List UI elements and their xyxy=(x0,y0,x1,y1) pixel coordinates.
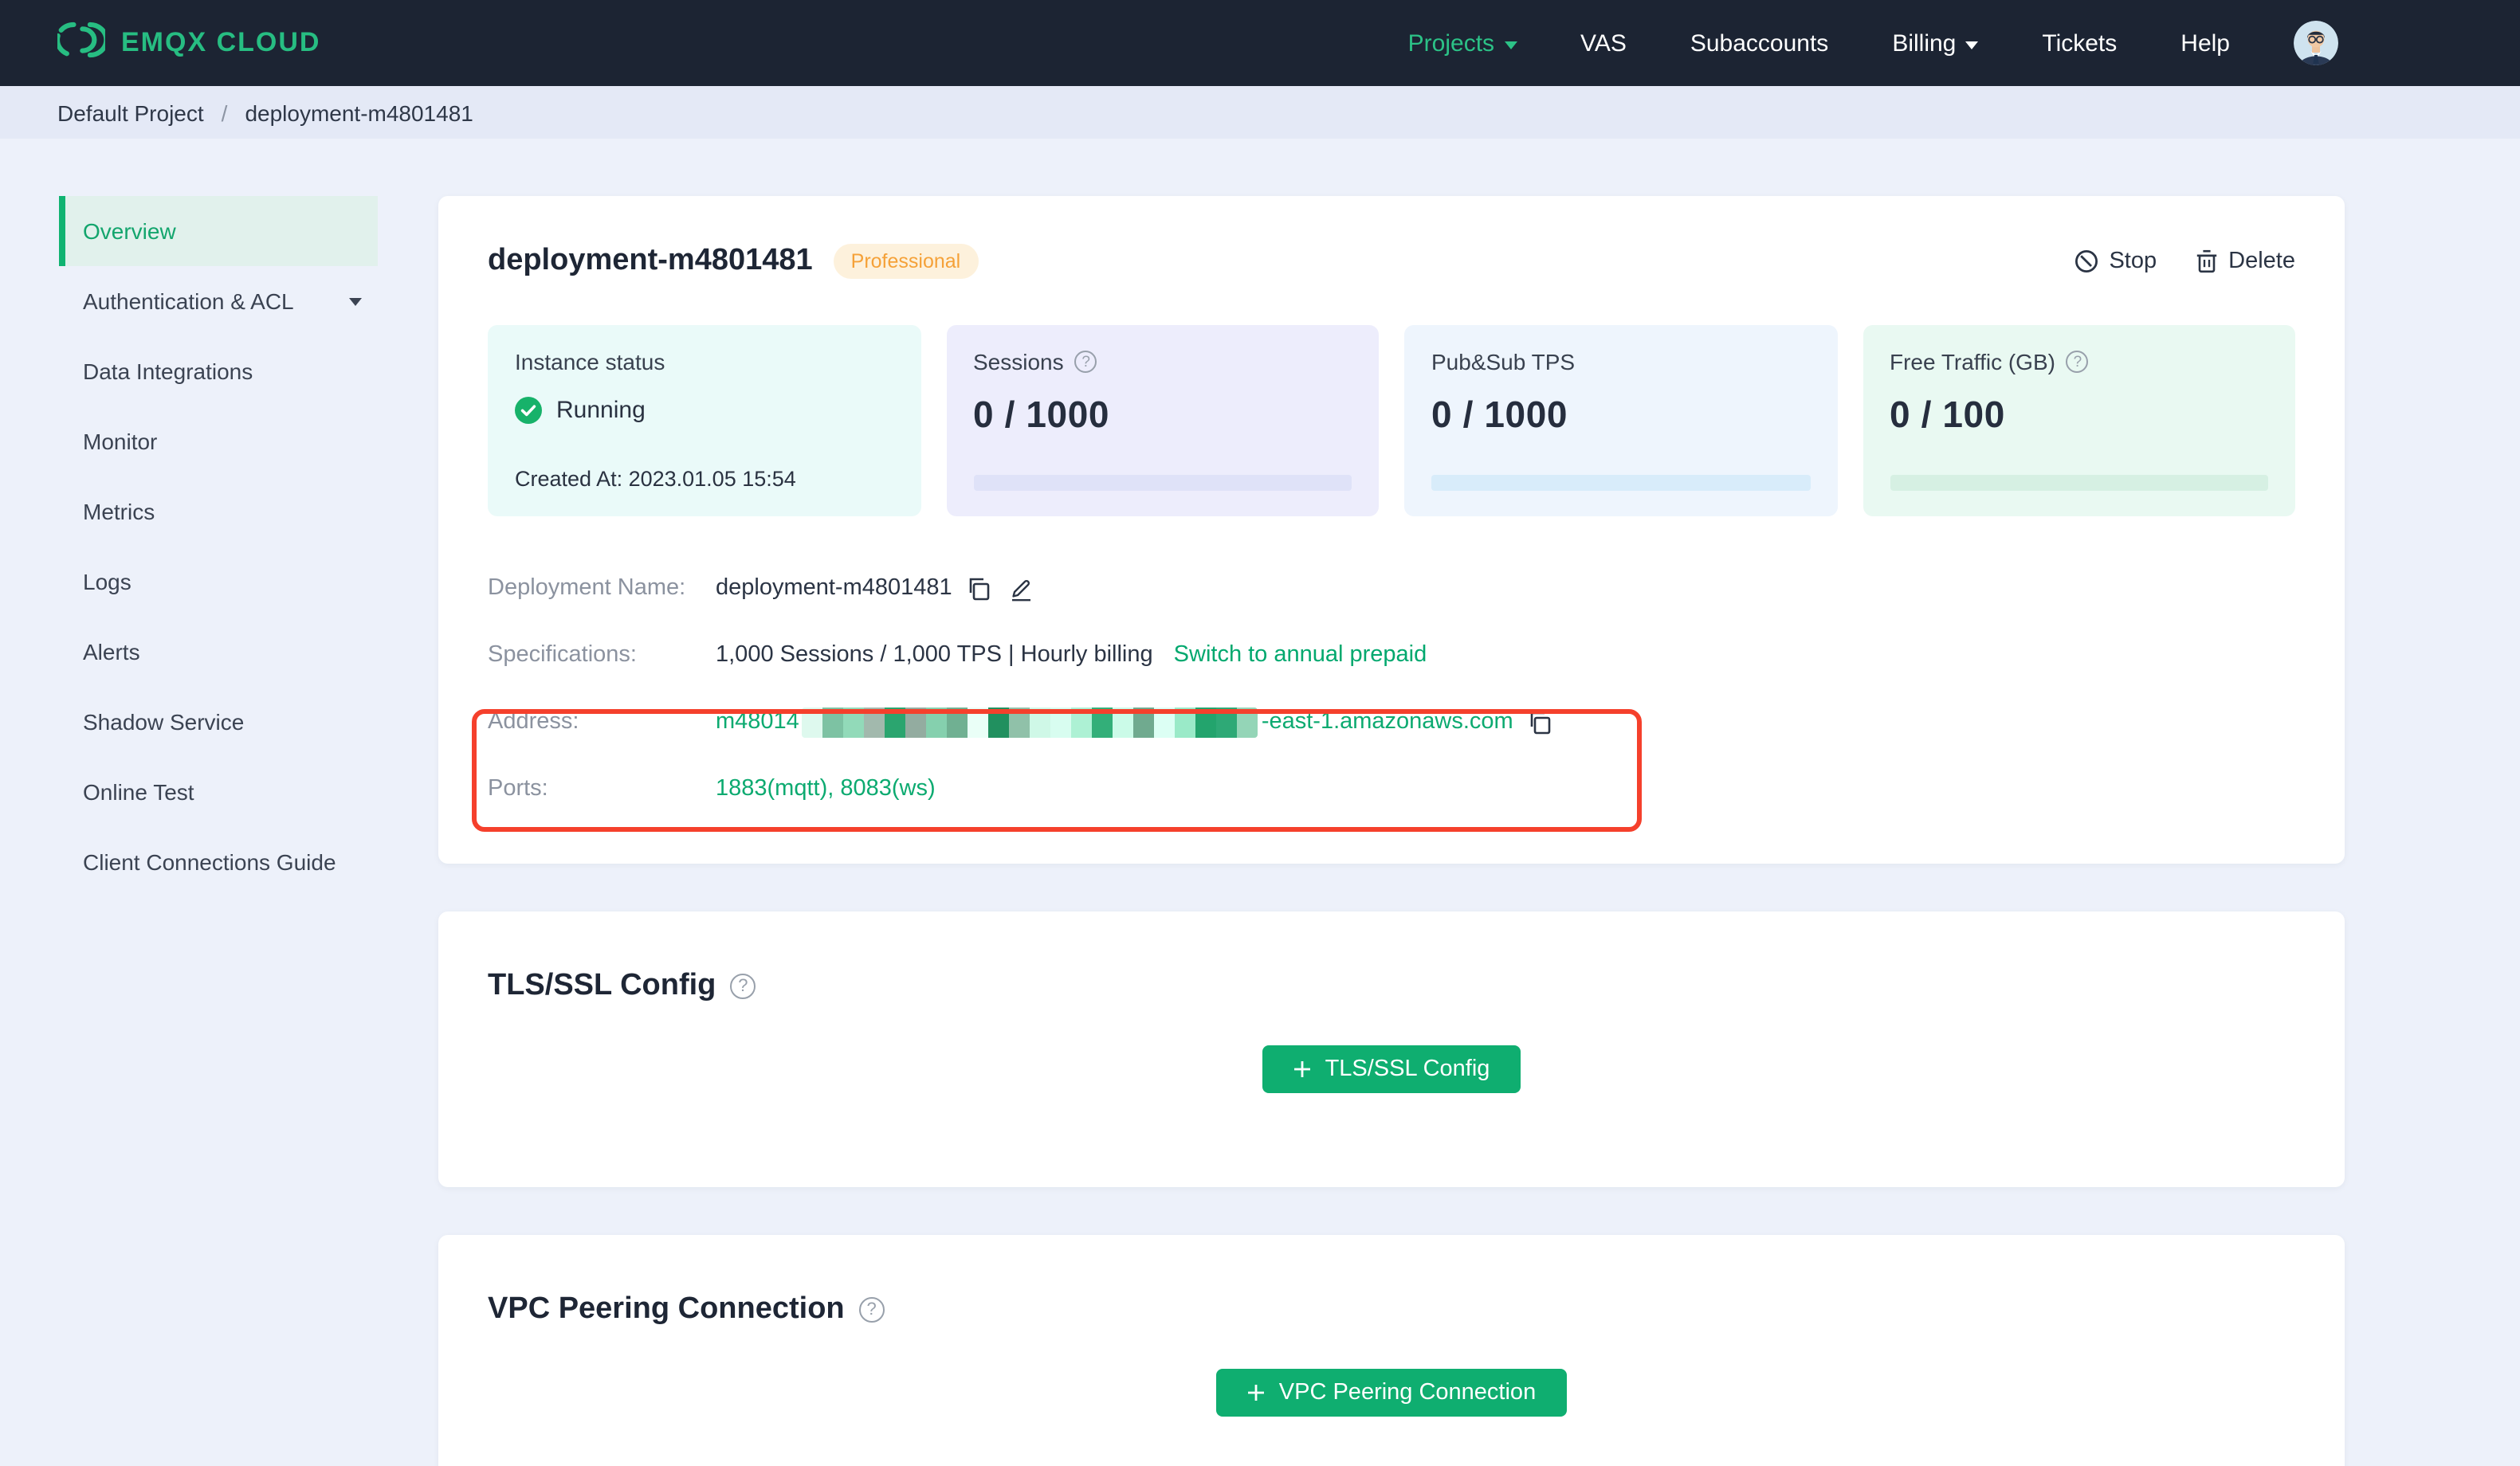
tls-ssl-config-card: TLS/SSL Config TLS/SSL Config xyxy=(438,911,2345,1187)
stop-icon xyxy=(2074,249,2099,274)
user-avatar[interactable] xyxy=(2294,21,2338,65)
address-prefix: m48014 xyxy=(716,709,799,735)
brand-logo[interactable]: EMQX CLOUD xyxy=(54,18,321,68)
deployment-info: Deployment Name: deployment-m4801481 Spe… xyxy=(488,555,2295,822)
stat-card-pubsub-tps: Pub&Sub TPS 0 / 1000 xyxy=(1404,325,1837,516)
deployment-title: deployment-m4801481 xyxy=(488,244,813,277)
sidebar-item-data-integrations[interactable]: Data Integrations xyxy=(59,336,378,406)
switch-annual-prepaid-link[interactable]: Switch to annual prepaid xyxy=(1174,642,1427,668)
sidebar-item-online-test[interactable]: Online Test xyxy=(59,757,378,827)
stat-label: Instance status xyxy=(515,349,665,374)
nav-item-subaccounts[interactable]: Subaccounts xyxy=(1690,29,1828,57)
breadcrumb-separator: / xyxy=(221,100,228,125)
page-body: Overview Authentication & ACL Data Integ… xyxy=(0,139,2520,1466)
nav-item-billing[interactable]: Billing xyxy=(1892,29,1979,57)
deployment-title-row: deployment-m4801481 Professional Stop De… xyxy=(488,244,2295,279)
nav-item-help[interactable]: Help xyxy=(2180,29,2230,57)
chevron-down-icon xyxy=(1504,41,1517,49)
help-icon[interactable] xyxy=(1074,351,1097,373)
nav-item-tickets[interactable]: Tickets xyxy=(2042,29,2117,57)
stat-card-instance-status: Instance status Running Created At: 2023… xyxy=(488,325,920,516)
sidebar: Overview Authentication & ACL Data Integ… xyxy=(0,139,438,897)
nav-item-projects[interactable]: Projects xyxy=(1408,29,1517,57)
chevron-down-icon xyxy=(349,297,362,305)
top-navbar: EMQX CLOUD Projects VAS Subaccounts Bill… xyxy=(0,0,2520,86)
plan-badge: Professional xyxy=(833,244,979,279)
deployment-actions: Stop Delete xyxy=(2074,249,2295,274)
breadcrumb-project[interactable]: Default Project xyxy=(57,100,204,125)
app-viewport: EMQX CLOUD Projects VAS Subaccounts Bill… xyxy=(0,0,2520,1466)
stat-card-free-traffic: Free Traffic (GB) 0 / 100 xyxy=(1863,325,2295,516)
delete-button[interactable]: Delete xyxy=(2195,249,2295,274)
status-check-icon xyxy=(515,397,542,424)
help-icon[interactable] xyxy=(730,974,756,999)
deployment-name-value: deployment-m4801481 xyxy=(716,575,952,601)
deployment-overview-card: deployment-m4801481 Professional Stop De… xyxy=(438,196,2345,864)
help-icon[interactable] xyxy=(858,1297,885,1323)
copy-icon[interactable] xyxy=(1528,708,1553,735)
add-tls-ssl-config-button[interactable]: TLS/SSL Config xyxy=(1262,1045,1521,1093)
stat-value: 0 / 1000 xyxy=(1431,394,1568,435)
sidebar-item-monitor[interactable]: Monitor xyxy=(59,406,378,476)
breadcrumb: Default Project / deployment-m4801481 xyxy=(0,86,2520,139)
deployment-name-row: Deployment Name: deployment-m4801481 xyxy=(488,555,2295,621)
stat-label: Pub&Sub TPS xyxy=(1431,349,1576,374)
stop-button[interactable]: Stop xyxy=(2074,249,2157,274)
specifications-label: Specifications: xyxy=(488,642,637,668)
nav-item-vas[interactable]: VAS xyxy=(1580,29,1627,57)
add-vpc-peering-button[interactable]: VPC Peering Connection xyxy=(1216,1369,1567,1417)
sidebar-item-metrics[interactable]: Metrics xyxy=(59,476,378,547)
traffic-progress-bar xyxy=(1890,475,2268,491)
specifications-value: 1,000 Sessions / 1,000 TPS | Hourly bill… xyxy=(716,642,1153,668)
address-row: Address: m48014 -east-1.amazonaws.com xyxy=(488,688,2295,755)
edit-icon[interactable] xyxy=(1008,574,1034,602)
stat-card-sessions: Sessions 0 / 1000 xyxy=(946,325,1379,516)
chevron-down-icon xyxy=(1965,41,1979,49)
sidebar-item-overview[interactable]: Overview xyxy=(59,196,378,266)
stat-value: 0 / 100 xyxy=(1890,394,2005,435)
help-icon[interactable] xyxy=(2066,351,2089,373)
deployment-name-label: Deployment Name: xyxy=(488,575,686,601)
ports-value: 1883(mqtt), 8083(ws) xyxy=(716,776,936,802)
plus-icon xyxy=(1247,1383,1266,1402)
ports-label: Ports: xyxy=(488,776,548,802)
sidebar-item-alerts[interactable]: Alerts xyxy=(59,617,378,687)
brand-name: EMQX CLOUD xyxy=(121,27,321,57)
stat-value: 0 / 1000 xyxy=(973,394,1110,435)
sidebar-item-logs[interactable]: Logs xyxy=(59,547,378,617)
emqx-logo-icon xyxy=(54,18,109,68)
address-suffix: -east-1.amazonaws.com xyxy=(1261,709,1513,735)
breadcrumb-deployment: deployment-m4801481 xyxy=(245,100,473,125)
address-redacted xyxy=(802,707,1258,737)
copy-icon[interactable] xyxy=(967,574,992,602)
created-at-text: Created At: 2023.01.05 15:54 xyxy=(515,467,796,491)
vpc-peering-card: VPC Peering Connection VPC Peering Conne… xyxy=(438,1235,2345,1466)
status-badge: Running xyxy=(556,397,646,424)
sidebar-item-authentication-acl[interactable]: Authentication & ACL xyxy=(59,266,378,336)
specifications-row: Specifications: 1,000 Sessions / 1,000 T… xyxy=(488,621,2295,688)
stat-label: Sessions xyxy=(973,349,1064,374)
vpc-section-title: VPC Peering Connection xyxy=(488,1292,845,1326)
stats-row: Instance status Running Created At: 2023… xyxy=(488,325,2295,516)
stat-label: Free Traffic (GB) xyxy=(1890,349,2055,374)
navbar-menu: Projects VAS Subaccounts Billing Tickets… xyxy=(1408,21,2338,65)
address-label: Address: xyxy=(488,709,579,735)
tps-progress-bar xyxy=(1431,475,1810,491)
main-content: deployment-m4801481 Professional Stop De… xyxy=(438,196,2345,1466)
sidebar-item-client-connections-guide[interactable]: Client Connections Guide xyxy=(59,827,378,897)
sidebar-item-shadow-service[interactable]: Shadow Service xyxy=(59,687,378,757)
trash-icon xyxy=(2195,249,2219,274)
sessions-progress-bar xyxy=(973,475,1352,491)
plus-icon xyxy=(1293,1060,1313,1079)
tls-section-title: TLS/SSL Config xyxy=(488,969,716,1002)
ports-row: Ports: 1883(mqtt), 8083(ws) xyxy=(488,755,2295,822)
